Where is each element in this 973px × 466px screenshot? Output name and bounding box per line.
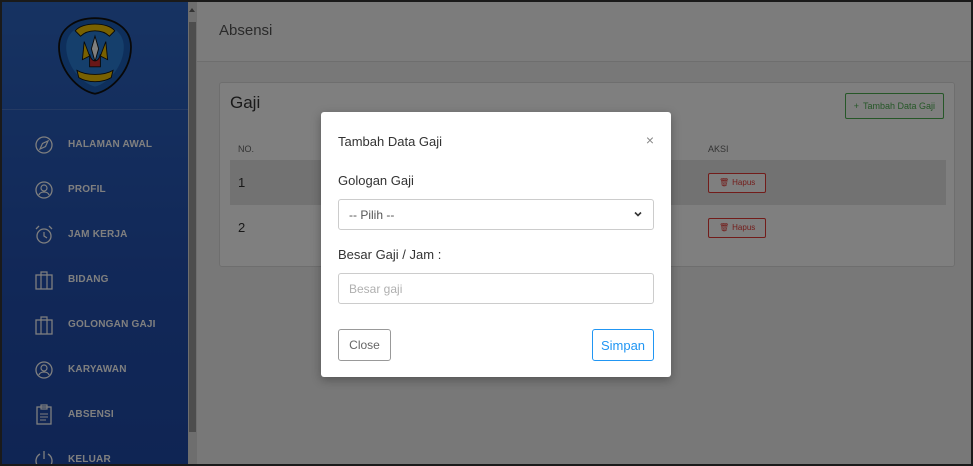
besar-gaji-input[interactable]	[338, 273, 654, 304]
select-value: -- Pilih --	[349, 207, 395, 222]
close-button[interactable]: Close	[338, 329, 391, 361]
app-window: HALAMAN AWAL PROFIL JAM KERJA BIDANG	[0, 0, 973, 466]
gologan-gaji-label: Gologan Gaji	[338, 173, 414, 188]
modal-title: Tambah Data Gaji	[338, 134, 443, 149]
tambah-gaji-modal: Tambah Data Gaji × Gologan Gaji -- Pilih…	[321, 112, 671, 377]
chevron-down-icon	[633, 208, 643, 222]
gologan-gaji-select[interactable]: -- Pilih --	[338, 199, 654, 230]
besar-gaji-label: Besar Gaji / Jam :	[338, 247, 442, 262]
simpan-button[interactable]: Simpan	[592, 329, 654, 361]
close-icon[interactable]: ×	[646, 132, 654, 148]
